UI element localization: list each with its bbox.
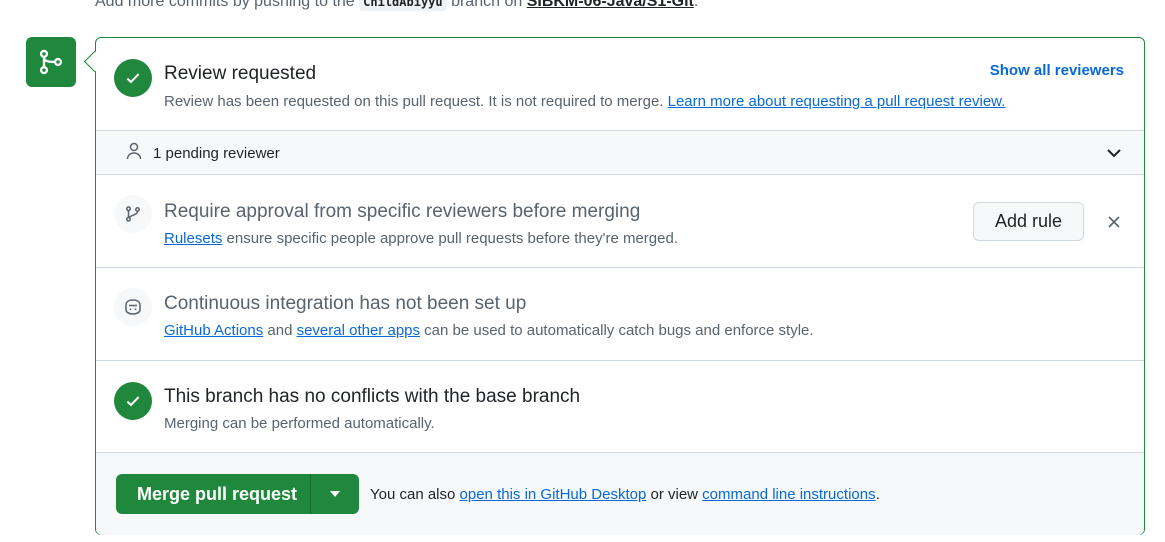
- approval-section: Require approval from specific reviewers…: [96, 175, 1144, 268]
- push-hint-suffix: .: [693, 0, 699, 10]
- ci-section: Continuous integration has not been set …: [96, 268, 1144, 361]
- approval-description: Rulesets ensure specific people approve …: [164, 230, 678, 247]
- merge-alt-text3: .: [875, 486, 880, 503]
- add-rule-button[interactable]: Add rule: [973, 202, 1084, 241]
- review-section: Review requested Show all reviewers Revi…: [96, 38, 1144, 130]
- pending-reviewers-toggle[interactable]: 1 pending reviewer: [96, 130, 1144, 175]
- push-hint: Add more commits by pushing to the Child…: [95, 0, 698, 11]
- approval-icon-badge: [114, 195, 152, 233]
- approval-title: Require approval from specific reviewers…: [164, 201, 641, 222]
- merge-options-dropdown[interactable]: [310, 474, 359, 514]
- ci-description: GitHub Actions and several other apps ca…: [164, 322, 814, 339]
- github-actions-link[interactable]: GitHub Actions: [164, 322, 263, 339]
- check-icon: [126, 73, 140, 84]
- merge-footer: Merge pull request You can also open thi…: [96, 453, 1144, 535]
- merge-alt-text2: or view: [650, 486, 698, 503]
- review-desc-text: Review has been requested on this pull r…: [164, 93, 664, 110]
- person-icon: [126, 142, 142, 160]
- close-icon[interactable]: [1108, 216, 1120, 228]
- pending-reviewer-label: 1 pending reviewer: [153, 145, 280, 162]
- branch-name: ChildAbiyyu: [359, 0, 447, 11]
- git-merge-icon: [39, 49, 63, 75]
- ci-desc-text: can be used to automatically catch bugs …: [424, 322, 814, 339]
- command-line-link[interactable]: command line instructions: [702, 486, 875, 503]
- push-hint-middle: branch on: [451, 0, 523, 10]
- review-description: Review has been requested on this pull r…: [164, 93, 1005, 110]
- conflicts-description: Merging can be performed automatically.: [164, 415, 435, 432]
- ci-title: Continuous integration has not been set …: [164, 293, 527, 314]
- merge-pull-request-button[interactable]: Merge pull request: [137, 484, 297, 505]
- conflicts-check-badge: [114, 382, 152, 420]
- conflicts-title: This branch has no conflicts with the ba…: [164, 386, 581, 407]
- other-apps-link[interactable]: several other apps: [297, 322, 420, 339]
- repo-link[interactable]: SIBKM-06-Java/S1-Git: [527, 0, 694, 10]
- github-desktop-link[interactable]: open this in GitHub Desktop: [460, 486, 647, 503]
- merge-status-badge: [26, 37, 76, 87]
- merge-button-group: Merge pull request: [116, 474, 359, 514]
- review-check-badge: [114, 59, 152, 97]
- approval-desc-text: ensure specific people approve pull requ…: [226, 230, 678, 247]
- merge-box: Review requested Show all reviewers Revi…: [95, 37, 1145, 535]
- git-branch-icon: [126, 206, 140, 222]
- push-hint-prefix: Add more commits by pushing to the: [95, 0, 355, 10]
- chevron-down-icon[interactable]: [1106, 147, 1122, 159]
- conflicts-section: This branch has no conflicts with the ba…: [96, 361, 1144, 453]
- show-all-reviewers-link[interactable]: Show all reviewers: [990, 62, 1124, 79]
- ci-icon-badge: [114, 288, 152, 326]
- learn-more-link[interactable]: Learn more about requesting a pull reque…: [668, 93, 1006, 110]
- merge-alt-text1: You can also: [370, 486, 456, 503]
- merge-alternatives: You can also open this in GitHub Desktop…: [370, 486, 880, 503]
- copilot-icon: [125, 299, 141, 315]
- rulesets-link[interactable]: Rulesets: [164, 230, 222, 247]
- review-title: Review requested: [164, 63, 317, 84]
- check-icon: [126, 396, 140, 407]
- ci-and-text: and: [267, 322, 293, 339]
- caret-down-icon: [329, 491, 340, 497]
